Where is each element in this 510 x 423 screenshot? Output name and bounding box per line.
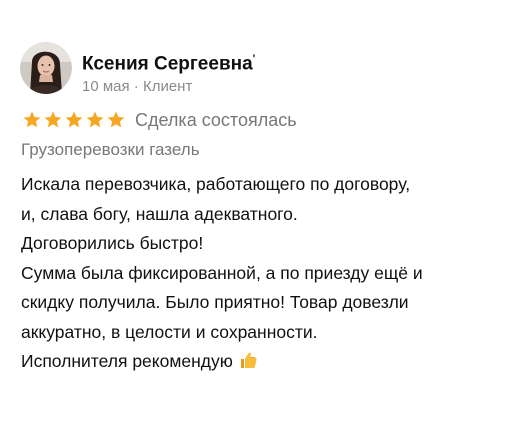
- star-icon: [43, 110, 63, 130]
- star-icon: [64, 110, 84, 130]
- star-icon: [85, 110, 105, 130]
- author-mark: ': [252, 53, 256, 65]
- review-text: Искала перевозчика, работающего по догов…: [21, 170, 506, 380]
- review-line: аккуратно, в целости и сохранности.: [21, 321, 318, 342]
- review-line: и, слава богу, нашла адекватного.: [21, 203, 298, 224]
- service-name: Грузоперевозки газель: [21, 140, 200, 159]
- star-icon: [106, 110, 126, 130]
- review-line: Сумма была фиксированной, а по приезду е…: [21, 262, 423, 283]
- review-meta: 10 мая · Клиент: [82, 78, 193, 96]
- review-line: Искала перевозчика, работающего по догов…: [21, 174, 411, 194]
- star-shape: [23, 111, 41, 128]
- star-shape: [65, 111, 83, 128]
- author-name[interactable]: Ксения Сергеевна: [82, 53, 253, 74]
- avatar[interactable]: [20, 42, 72, 94]
- deal-status: Сделка состоялась: [135, 110, 297, 130]
- star-icon: [22, 110, 42, 130]
- review-line-text: Исполнителя рекомендую: [21, 351, 233, 371]
- star-shape: [86, 111, 104, 128]
- author-block: Ксения Сергеевна' 10 мая · Клиент: [82, 42, 255, 96]
- rating-row: Сделка состоялась: [22, 109, 297, 131]
- review-header: Ксения Сергеевна' 10 мая · Клиент: [20, 42, 255, 96]
- author-name-line: Ксения Сергеевна': [82, 48, 255, 75]
- review-last-line: Исполнителя рекомендую: [21, 347, 506, 380]
- star-shape: [44, 111, 62, 128]
- rating-stars: [22, 110, 127, 130]
- review-line: Договорились быстро!: [21, 233, 204, 253]
- star-shape: [107, 111, 125, 128]
- thumbs-up-icon: [238, 350, 258, 380]
- review-card: Ксения Сергеевна' 10 мая · Клиент Сделка…: [0, 0, 510, 423]
- review-line: скидку получила. Было приятно! Товар дов…: [21, 292, 409, 312]
